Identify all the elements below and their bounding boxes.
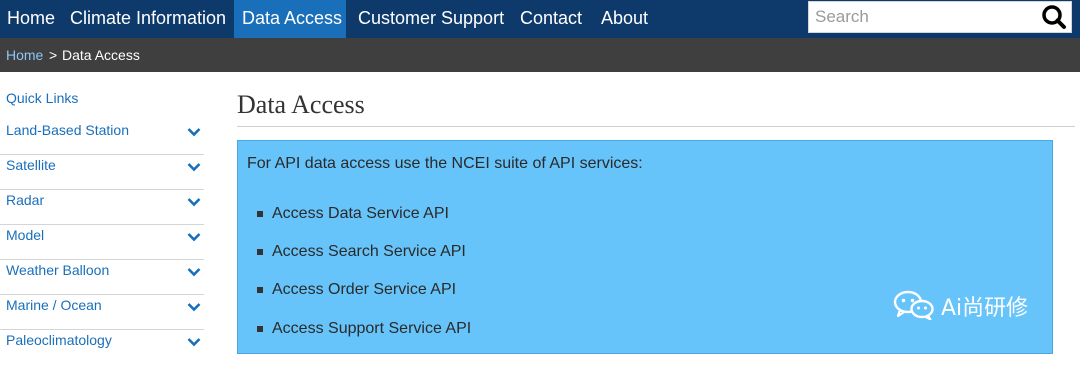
- sidebar-item-land-based-station[interactable]: Land-Based Station: [0, 120, 204, 155]
- sidebar-item-label: Model: [6, 227, 45, 243]
- search-input[interactable]: [809, 2, 1047, 32]
- sidebar-item-label: Land-Based Station: [6, 122, 129, 138]
- sidebar-item-satellite[interactable]: Satellite: [0, 155, 204, 190]
- watermark: Ai尚研修: [893, 288, 1053, 322]
- api-link-label: Access Data Service API: [272, 205, 449, 222]
- nav-data-access[interactable]: Data Access: [234, 0, 346, 38]
- nav-climate-information-label: Climate Information: [70, 8, 227, 28]
- nav-data-access-label: Data Access: [242, 8, 343, 28]
- api-link-label: Access Search Service API: [272, 243, 466, 260]
- chevron-down-icon: [187, 198, 201, 207]
- nav-climate-information[interactable]: Climate Information: [63, 0, 233, 38]
- quick-links-heading: Quick Links: [6, 90, 79, 106]
- nav-home-label: Home: [7, 8, 56, 28]
- breadcrumb-home-link[interactable]: Home: [6, 38, 43, 72]
- wechat-icon: [893, 290, 934, 320]
- api-link-label: Access Order Service API: [272, 281, 457, 298]
- search-icon: [1042, 5, 1066, 29]
- nav-customer-support[interactable]: Customer Support: [351, 0, 511, 38]
- nav-customer-support-label: Customer Support: [358, 8, 505, 28]
- bullet-icon: [257, 249, 263, 255]
- sidebar-item-label: Weather Balloon: [6, 262, 110, 278]
- sidebar-item-label: Radar: [6, 192, 45, 208]
- api-intro-text: For API data access use the NCEI suite o…: [247, 155, 643, 172]
- search-box: [808, 1, 1072, 33]
- nav-about[interactable]: About: [594, 0, 655, 38]
- sidebar-item-paleoclimatology[interactable]: Paleoclimatology: [0, 330, 204, 365]
- bullet-icon: [257, 211, 263, 217]
- sidebar-item-label: Paleoclimatology: [6, 332, 112, 348]
- nav-contact[interactable]: Contact: [513, 0, 589, 38]
- chevron-down-icon: [187, 303, 201, 312]
- search-button[interactable]: [1039, 3, 1069, 31]
- bullet-icon: [257, 326, 263, 332]
- top-navigation: Home Climate Information Data Access Cus…: [0, 0, 1080, 38]
- chevron-down-icon: [187, 268, 201, 277]
- chevron-down-icon: [187, 338, 201, 347]
- chevron-down-icon: [187, 163, 201, 172]
- nav-about-label: About: [601, 8, 649, 28]
- breadcrumb-separator: >: [49, 47, 58, 63]
- breadcrumb-current: Data Access: [62, 47, 140, 63]
- api-link-label: Access Support Service API: [272, 320, 472, 337]
- sidebar-item-label: Satellite: [6, 157, 56, 173]
- bullet-icon: [257, 287, 263, 293]
- nav-home[interactable]: Home: [0, 0, 62, 38]
- nav-contact-label: Contact: [520, 8, 583, 28]
- sidebar-item-marine-ocean[interactable]: Marine / Ocean: [0, 295, 204, 330]
- sidebar-item-model[interactable]: Model: [0, 225, 204, 260]
- watermark-text: Ai尚研修: [941, 296, 1029, 321]
- page-title: Data Access: [237, 90, 365, 119]
- breadcrumb: Home > Data Access: [0, 38, 1080, 72]
- chevron-down-icon: [187, 128, 201, 137]
- sidebar-item-label: Marine / Ocean: [6, 297, 102, 313]
- sidebar-item-weather-balloon[interactable]: Weather Balloon: [0, 260, 204, 295]
- title-divider: [237, 126, 1075, 127]
- chevron-down-icon: [187, 233, 201, 242]
- sidebar-item-radar[interactable]: Radar: [0, 190, 204, 225]
